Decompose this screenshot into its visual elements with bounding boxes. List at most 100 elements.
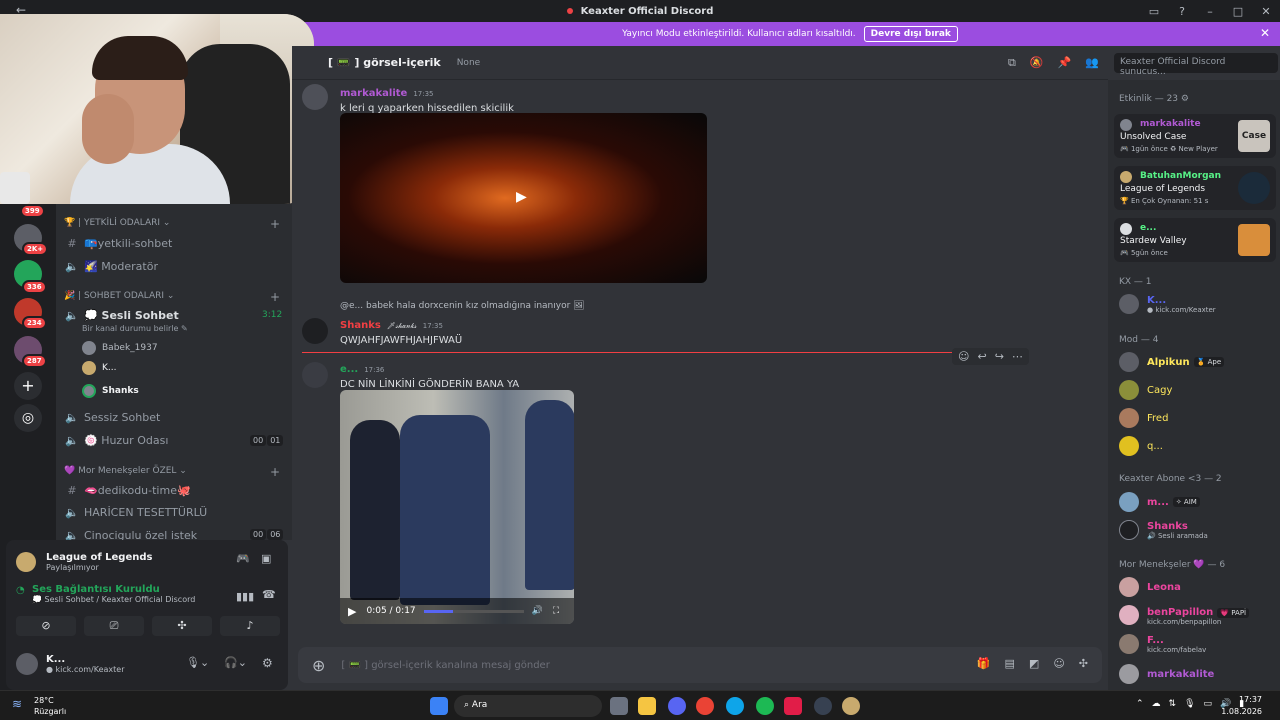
spotify-icon[interactable] [756, 697, 774, 715]
cloud-icon[interactable]: ☁ [1152, 699, 1161, 709]
activity-card[interactable]: e... Stardew Valley 🎮 5gün önce [1114, 218, 1276, 262]
gift-icon[interactable]: 🎁 [977, 657, 991, 670]
edge-icon[interactable] [726, 697, 744, 715]
message-author[interactable]: Shanks [340, 320, 381, 331]
avatar[interactable] [302, 84, 328, 110]
add-channel-icon[interactable]: + [270, 465, 280, 479]
play-icon[interactable]: ▶ [516, 189, 527, 205]
stream-game-icon[interactable]: ▣ [261, 552, 271, 565]
member-item[interactable]: Cagy [1119, 378, 1172, 402]
signal-icon[interactable]: ◔ [16, 585, 25, 596]
member-item[interactable]: markakalite [1119, 662, 1214, 686]
task-view-icon[interactable] [610, 697, 628, 715]
category-sohbet[interactable]: 🎉 | SOHBET ODALARI ⌄ + [64, 290, 280, 304]
discover-icon[interactable]: ◎ [14, 404, 42, 432]
volume-icon[interactable]: 🔊 [532, 606, 543, 616]
message-input-placeholder[interactable]: [ 📟 ] görsel-içerik kanalına mesaj gönde… [341, 660, 549, 671]
inbox-icon[interactable]: ▭ [1140, 5, 1168, 18]
category-mor-menekseler[interactable]: 💜 Mor Menekşeler ÖZEL ⌄ + [64, 465, 280, 479]
camera-off-button[interactable]: ⊘ [16, 616, 76, 636]
game-activity[interactable]: League of Legends Paylaşılmıyor [16, 546, 152, 578]
screen-share-button[interactable]: ⎚ [84, 616, 144, 636]
chrome-icon[interactable] [696, 697, 714, 715]
member-item[interactable]: F... kick.com/fabelav [1119, 632, 1206, 656]
file-explorer-icon[interactable] [638, 697, 656, 715]
threads-icon[interactable]: ⧉ [1008, 56, 1016, 70]
taskbar-search[interactable]: ⌕ Ara [454, 695, 602, 717]
start-menu-icon[interactable] [430, 697, 448, 715]
headphones-icon[interactable]: 🎧⌄ [224, 656, 247, 669]
voice-user[interactable]: K... [82, 359, 116, 377]
channel-yetkili-sohbet[interactable]: # 📪yetkili-sohbet [64, 233, 172, 253]
channel-cinocigulu[interactable]: 🔈 Cinocigulu özel istek [64, 525, 197, 541]
voice-user[interactable]: Babek_1937 [82, 339, 158, 357]
activity-section-title[interactable]: Etkinlik — 23 ⚙ [1119, 94, 1189, 104]
channel-haricen[interactable]: 🔈 HARİCEN TESETTÜRLÜ [64, 502, 207, 522]
member-item[interactable]: Fred [1119, 406, 1168, 430]
activities-button[interactable]: ✣ [152, 616, 212, 636]
member-item[interactable]: m... ✧ AIM [1119, 490, 1200, 514]
voice-connection-channel[interactable]: 💭 Sesli Sohbet / Keaxter Official Discor… [32, 595, 195, 604]
channel-sessiz-sohbet[interactable]: 🔈 Sessiz Sohbet [64, 407, 160, 427]
message-composer[interactable]: ⊕ [ 📟 ] görsel-içerik kanalına mesaj gön… [298, 647, 1102, 683]
disconnect-icon[interactable]: ☎ [262, 588, 276, 601]
current-user[interactable]: K... ● kick.com/Keaxter [16, 648, 125, 680]
channel-moderator[interactable]: 🔈 🌠 Moderatör [64, 256, 158, 276]
league-of-legends-icon[interactable] [842, 697, 860, 715]
member-item[interactable]: K... ● kick.com/Keaxter [1119, 292, 1216, 316]
obs-icon[interactable] [814, 697, 832, 715]
member-item[interactable]: q... [1119, 434, 1163, 458]
more-icon[interactable]: ⋯ [1012, 350, 1023, 363]
sticker-icon[interactable]: ◩ [1029, 657, 1039, 670]
add-server-icon[interactable]: + [14, 372, 42, 400]
microphone-icon[interactable]: 🎙⌄ [186, 656, 209, 669]
category-yetkili[interactable]: 🏆 | YETKİLİ ODALARI ⌄ + [64, 217, 280, 231]
reply-icon[interactable]: ↩ [977, 350, 986, 363]
banner-close-icon[interactable]: ✕ [1260, 26, 1270, 40]
activity-card[interactable]: BatuhanMorgan League of Legends 🏆 En Çok… [1114, 166, 1276, 210]
monitor-icon[interactable]: ▭ [1204, 699, 1213, 709]
channel-huzur-odasi[interactable]: 🔈 🍥 Huzur Odası [64, 430, 168, 450]
discord-icon[interactable] [668, 697, 686, 715]
activity-card[interactable]: markakalite Unsolved Case 🎮 1gün önce ♻ … [1114, 114, 1276, 158]
clock[interactable]: 17:37 1.08.2026 [1221, 694, 1262, 718]
message-author[interactable]: markakalite [340, 88, 407, 99]
microphone-icon[interactable]: 🎙 [1184, 699, 1195, 709]
gif-icon[interactable]: ▤ [1005, 657, 1015, 670]
minimize-button[interactable]: – [1196, 5, 1224, 18]
member-item[interactable]: Alpikun 🏅 Ape [1119, 350, 1225, 374]
soundboard-button[interactable]: ♪ [220, 616, 280, 636]
video-progress[interactable] [423, 609, 524, 613]
channel-sesli-sohbet[interactable]: 🔈 💭 Sesli Sohbet [64, 305, 179, 325]
voice-user[interactable]: Shanks [82, 382, 139, 400]
avatar[interactable] [302, 318, 328, 344]
reply-reference[interactable]: @e... babek hala dorxcenin kız olmadığın… [340, 301, 585, 311]
help-icon[interactable]: ? [1168, 5, 1196, 18]
member-item[interactable]: benPapillon 💗 PAPİ kick.com/benpapillon [1119, 603, 1250, 627]
play-icon[interactable]: ▶ [348, 605, 356, 618]
chevron-up-icon[interactable]: ⌃ [1136, 699, 1144, 709]
emoji-icon[interactable]: ☺ [1053, 657, 1064, 670]
member-item[interactable]: Shanks 🔊 Sesli aramada [1119, 518, 1208, 542]
avatar[interactable] [302, 362, 328, 388]
server-search-input[interactable]: Keaxter Official Discord sunucus... [1114, 53, 1278, 77]
member-item[interactable]: Leona [1119, 575, 1181, 599]
app-icon[interactable] [784, 697, 802, 715]
gamepad-icon[interactable]: 🎮 [236, 552, 250, 565]
member-list-icon[interactable]: 👥 [1085, 56, 1099, 70]
attach-plus-icon[interactable]: ⊕ [312, 656, 325, 675]
settings-gear-icon[interactable]: ⚙ [262, 656, 273, 670]
disable-streamer-mode-button[interactable]: Devre dışı bırak [863, 26, 958, 42]
maximize-button[interactable]: □ [1224, 5, 1252, 18]
fullscreen-icon[interactable]: ⛶ [553, 606, 559, 616]
message-author[interactable]: e... [340, 364, 358, 375]
reaction-icon[interactable]: ☺ [958, 350, 969, 363]
weather-widget[interactable]: ≋ 28°C Rüzgarlı [10, 695, 66, 717]
close-window-button[interactable]: ✕ [1252, 5, 1280, 18]
noise-suppression-icon[interactable]: ▮▮▮ [236, 590, 254, 603]
channel-status-setter[interactable]: Bir kanal durumu belirle ✎ [82, 324, 188, 333]
notifications-muted-icon[interactable]: 🔕 [1030, 56, 1044, 70]
pin-icon[interactable]: 📌 [1058, 56, 1072, 70]
video-player[interactable]: ▶ 0:05 / 0:17 🔊 ⛶ [340, 390, 574, 624]
forward-icon[interactable]: ↪ [995, 350, 1004, 363]
